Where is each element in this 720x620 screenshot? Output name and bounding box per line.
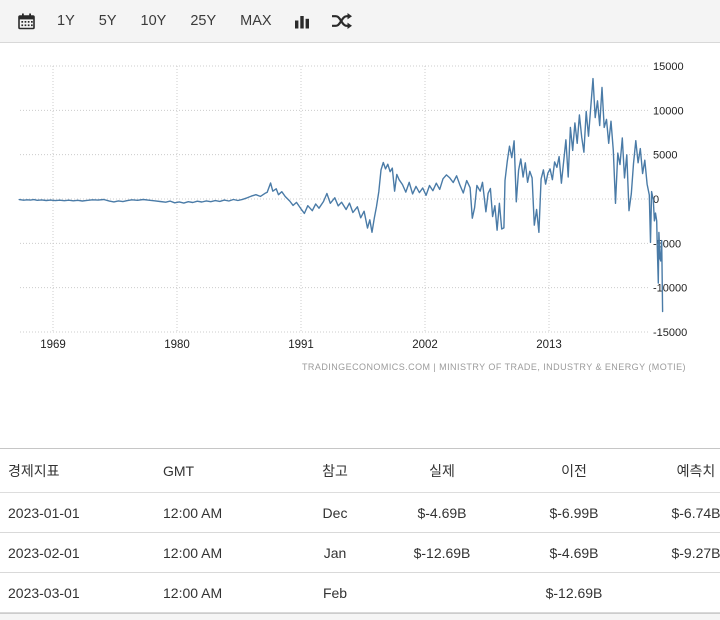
range-button-25y[interactable]: 25Y [178,8,228,35]
table-row[interactable]: 2023-01-0112:00 AMDec$-4.69B$-6.99B$-6.7… [0,493,720,533]
y-axis-tick: 5000 [653,150,677,162]
header-gmt: GMT [149,449,294,493]
cell-actual: $-4.69B [376,493,508,533]
x-axis-tick: 2013 [536,339,562,351]
y-axis-tick: 15000 [653,61,684,73]
y-axis-tick: -15000 [653,327,687,339]
chart-type-button[interactable] [284,8,321,35]
cell-reference: Dec [294,493,376,533]
chart-toolbar: 1Y 5Y 10Y 25Y MAX [0,0,720,43]
cell-gmt: 12:00 AM [149,493,294,533]
header-previous: 이전 [508,449,640,493]
x-axis-tick: 1980 [164,339,190,351]
table-row[interactable]: 2023-03-0112:00 AMFeb $-12.69B [0,573,720,613]
calendar-icon [18,13,35,30]
range-button-1y[interactable]: 1Y [45,8,87,35]
cell-previous: $-12.69B [508,573,640,613]
header-reference: 참고 [294,449,376,493]
cell-previous: $-4.69B [508,533,640,573]
bar-chart-icon [294,14,311,29]
cell-reference: Feb [294,573,376,613]
cell-forecast [640,573,720,613]
table-row[interactable]: 2023-02-0112:00 AMJan$-12.69B$-4.69B$-9.… [0,533,720,573]
trade-balance-chart: 150001000050000-5000-10000-1500019691980… [0,50,720,360]
chart-container: 150001000050000-5000-10000-1500019691980… [0,50,720,378]
cell-forecast: $-6.74B [640,493,720,533]
trade-balance-line [19,79,662,312]
x-axis-tick: 1969 [40,339,66,351]
header-forecast: 예측치 [640,449,720,493]
chart-attribution: TRADINGECONOMICS.COM | MINISTRY OF TRADE… [0,360,720,378]
y-axis-tick: -10000 [653,283,687,295]
header-actual: 실제 [376,449,508,493]
cell-date: 2023-03-01 [0,573,149,613]
cell-gmt: 12:00 AM [149,533,294,573]
compare-button[interactable] [321,7,362,35]
table-header-row: 경제지표 GMT 참고 실제 이전 예측치 [0,449,720,493]
economic-calendar-table: 경제지표 GMT 참고 실제 이전 예측치 2023-01-0112:00 AM… [0,448,720,613]
calendar-button[interactable] [8,7,45,36]
range-button-5y[interactable]: 5Y [87,8,129,35]
y-axis-tick: 10000 [653,105,684,117]
cell-actual [376,573,508,613]
x-axis-tick: 1991 [288,339,314,351]
cell-date: 2023-02-01 [0,533,149,573]
range-button-10y[interactable]: 10Y [129,8,179,35]
cell-previous: $-6.99B [508,493,640,533]
cell-gmt: 12:00 AM [149,573,294,613]
header-indicator: 경제지표 [0,449,149,493]
bottom-divider [0,613,720,620]
cell-reference: Jan [294,533,376,573]
cell-date: 2023-01-01 [0,493,149,533]
shuffle-icon [331,13,352,29]
cell-actual: $-12.69B [376,533,508,573]
x-axis-tick: 2002 [412,339,438,351]
range-button-max[interactable]: MAX [228,8,283,35]
cell-forecast: $-9.27B [640,533,720,573]
